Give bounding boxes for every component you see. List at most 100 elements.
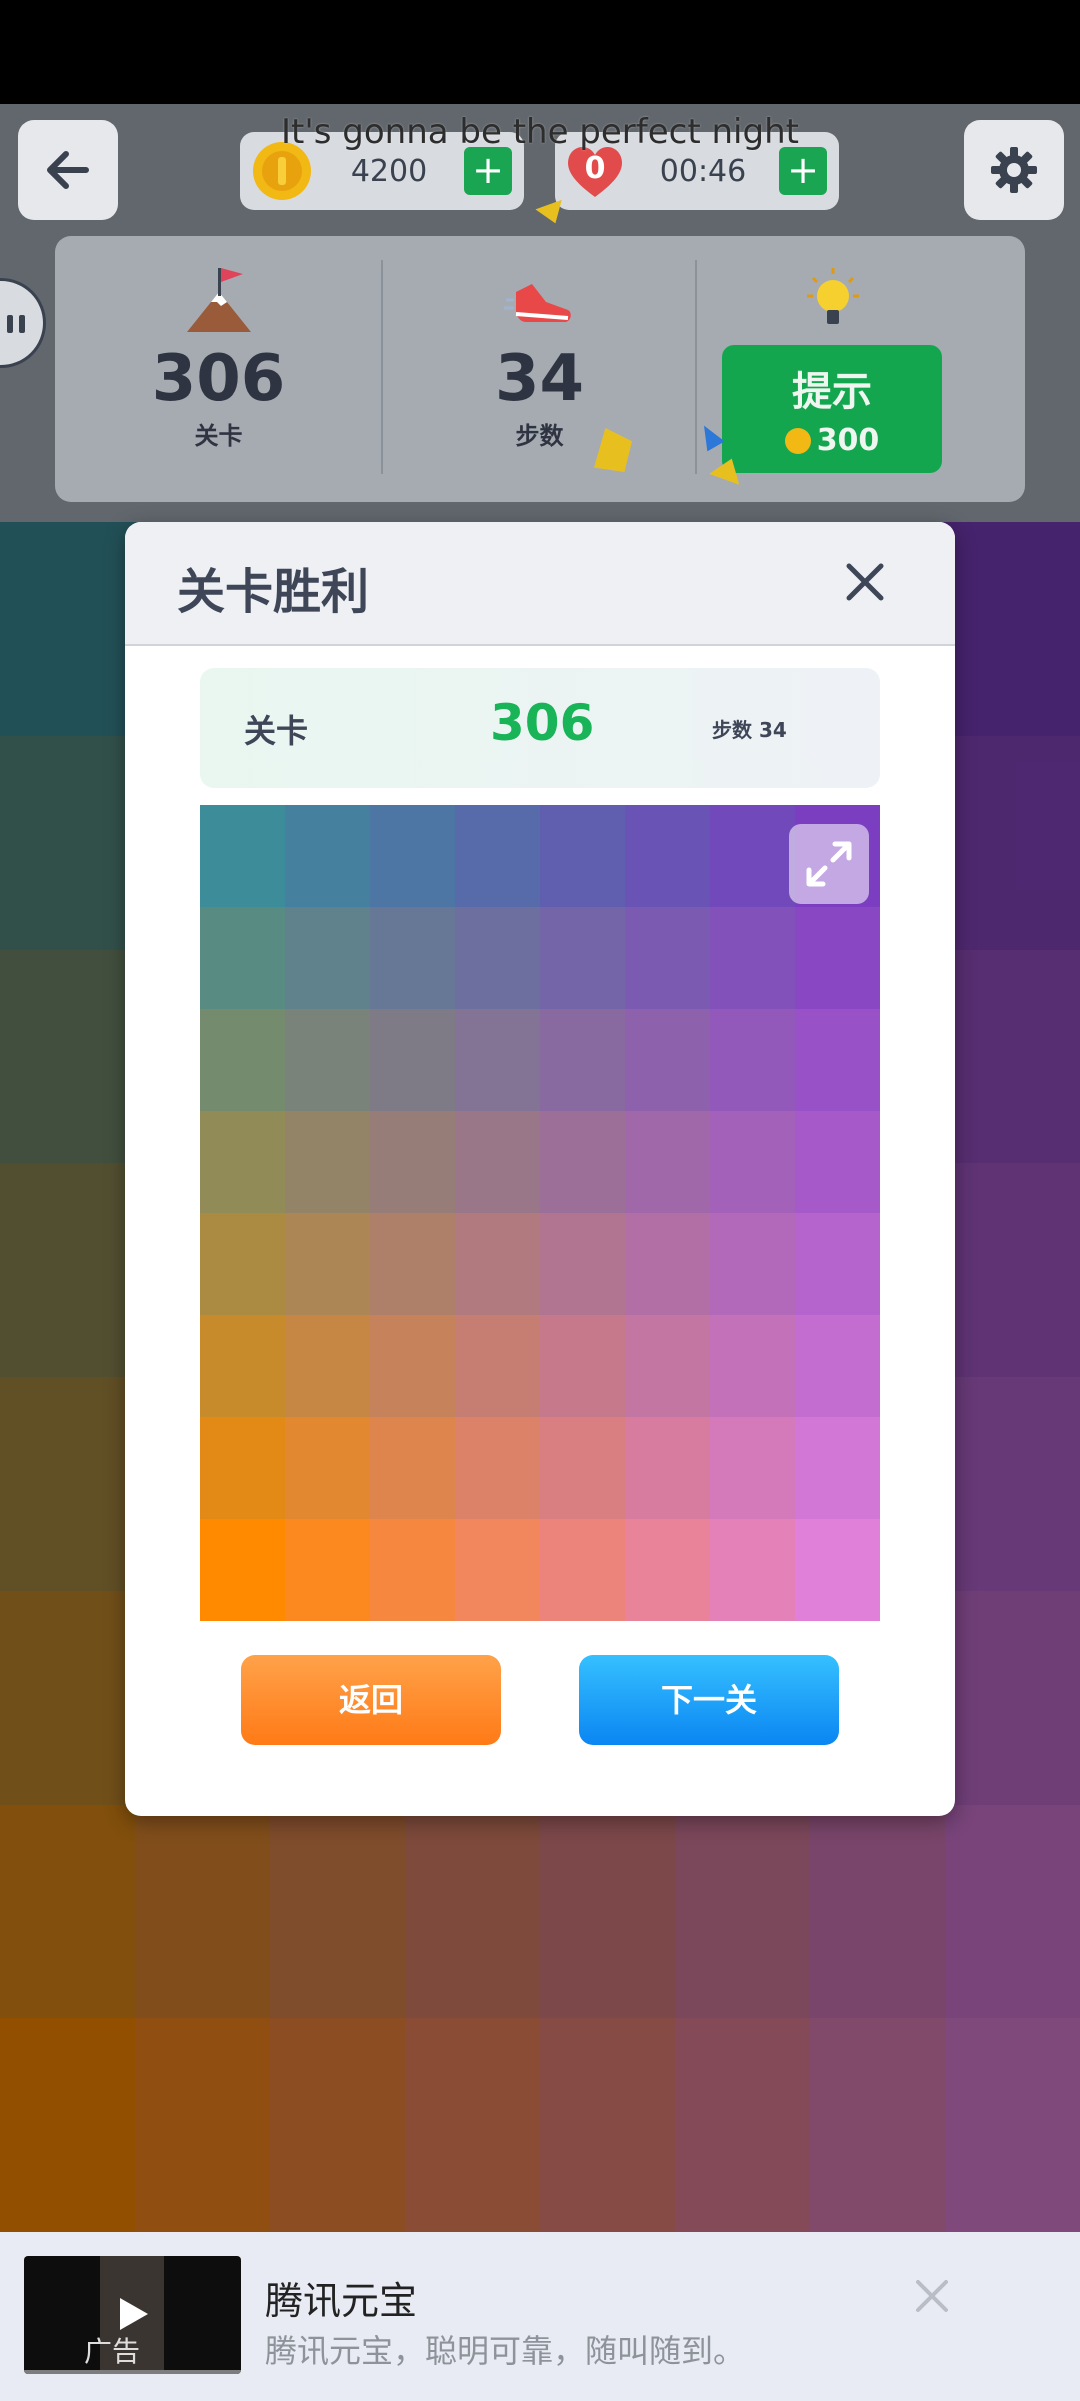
moves-label: 步数	[515, 422, 564, 450]
next-level-button[interactable]: 下一关	[579, 1655, 839, 1745]
color-tile	[285, 1315, 370, 1417]
color-tile	[200, 1417, 285, 1519]
color-tile	[455, 907, 540, 1009]
color-tile	[795, 1417, 880, 1519]
sneaker-icon	[503, 284, 571, 322]
color-tile	[285, 1213, 370, 1315]
gear-icon	[991, 147, 1037, 193]
color-tile	[455, 1519, 540, 1621]
coin-icon	[784, 428, 811, 454]
lives-timer: 00:46	[659, 153, 747, 189]
close-icon[interactable]	[835, 552, 895, 612]
level-label: 关卡	[194, 422, 243, 450]
settings-button[interactable]	[964, 120, 1064, 220]
add-lives-button[interactable]: +	[779, 147, 827, 195]
result-color-grid	[200, 805, 880, 1621]
color-tile	[540, 1009, 625, 1111]
color-tile	[455, 1111, 540, 1213]
color-tile	[625, 1417, 710, 1519]
color-tile	[285, 1009, 370, 1111]
color-tile	[795, 1315, 880, 1417]
return-button[interactable]: 返回	[241, 1655, 501, 1745]
hint-cost: 300	[722, 423, 942, 458]
color-tile	[200, 1009, 285, 1111]
color-tile	[200, 805, 285, 907]
ad-banner[interactable]: 广告 腾讯元宝 腾讯元宝，聪明可靠，随叫随到。	[0, 2232, 1080, 2401]
color-tile	[540, 805, 625, 907]
ad-tag: 广告	[84, 2335, 141, 2368]
color-tile	[370, 907, 455, 1009]
color-tile	[795, 1519, 880, 1621]
color-tile	[540, 1417, 625, 1519]
color-tile	[455, 1009, 540, 1111]
divider	[695, 260, 697, 474]
hint-label: 提示	[792, 369, 872, 415]
moves-stat: 34 步数	[383, 236, 696, 502]
color-tile	[200, 1111, 285, 1213]
color-tile	[625, 1213, 710, 1315]
moves-text: 步数 34	[712, 718, 787, 742]
color-tile	[625, 1519, 710, 1621]
expand-button[interactable]	[789, 824, 869, 904]
color-tile	[455, 1417, 540, 1519]
color-tile	[795, 1213, 880, 1315]
color-tile	[540, 1315, 625, 1417]
level-label: 关卡	[244, 712, 309, 750]
color-tile	[285, 907, 370, 1009]
color-tile	[540, 1519, 625, 1621]
color-tile	[710, 1213, 795, 1315]
color-tile	[795, 1009, 880, 1111]
color-tile	[370, 1315, 455, 1417]
modal-header: 关卡胜利	[125, 522, 955, 646]
color-tile	[625, 1315, 710, 1417]
close-icon[interactable]	[910, 2274, 954, 2318]
color-tile	[710, 1417, 795, 1519]
color-tile	[370, 1009, 455, 1111]
level-value: 306	[151, 342, 286, 416]
color-tile	[795, 1111, 880, 1213]
color-tile	[625, 907, 710, 1009]
color-tile	[285, 1417, 370, 1519]
ad-thumbnail[interactable]: 广告	[24, 2256, 241, 2374]
lyric-overlay: It's gonna be the perfect night	[281, 112, 799, 152]
color-tile	[540, 1111, 625, 1213]
color-tile	[370, 1213, 455, 1315]
level-stat: 306 关卡	[55, 236, 382, 502]
color-tile	[625, 1111, 710, 1213]
color-tile	[625, 805, 710, 907]
color-tile	[795, 907, 880, 1009]
color-tile	[455, 805, 540, 907]
ad-description: 腾讯元宝，聪明可靠，随叫随到。	[265, 2332, 746, 2370]
color-tile	[200, 1519, 285, 1621]
hint-button[interactable]: 提示 300	[722, 345, 942, 473]
color-tile	[370, 1111, 455, 1213]
color-tile	[625, 1009, 710, 1111]
color-tile	[200, 1213, 285, 1315]
color-tile	[710, 1315, 795, 1417]
hint-cost-value: 300	[816, 423, 880, 458]
color-tile	[710, 907, 795, 1009]
modal-title: 关卡胜利	[177, 564, 370, 620]
color-tile	[710, 1519, 795, 1621]
color-tile	[540, 907, 625, 1009]
color-tile	[370, 805, 455, 907]
lightbulb-icon	[807, 268, 859, 324]
color-tile	[455, 1315, 540, 1417]
color-tile	[370, 1519, 455, 1621]
color-tile	[710, 1009, 795, 1111]
ad-title: 腾讯元宝	[265, 2279, 418, 2323]
add-coins-button[interactable]: +	[464, 147, 512, 195]
color-tile	[455, 1213, 540, 1315]
color-tile	[285, 805, 370, 907]
status-bar	[0, 0, 1080, 104]
level-summary-card: 关卡 306 步数 34	[200, 668, 880, 788]
color-tile	[285, 1519, 370, 1621]
level-number: 306	[490, 694, 595, 752]
level-complete-modal: 关卡胜利 关卡 306 步数 34 返回 下一关	[125, 522, 955, 1816]
color-tile	[540, 1213, 625, 1315]
coins-value: 4200	[350, 153, 428, 189]
color-tile	[710, 1111, 795, 1213]
expand-icon	[806, 841, 852, 887]
color-tile	[370, 1417, 455, 1519]
flag-mountain-icon	[186, 268, 251, 332]
